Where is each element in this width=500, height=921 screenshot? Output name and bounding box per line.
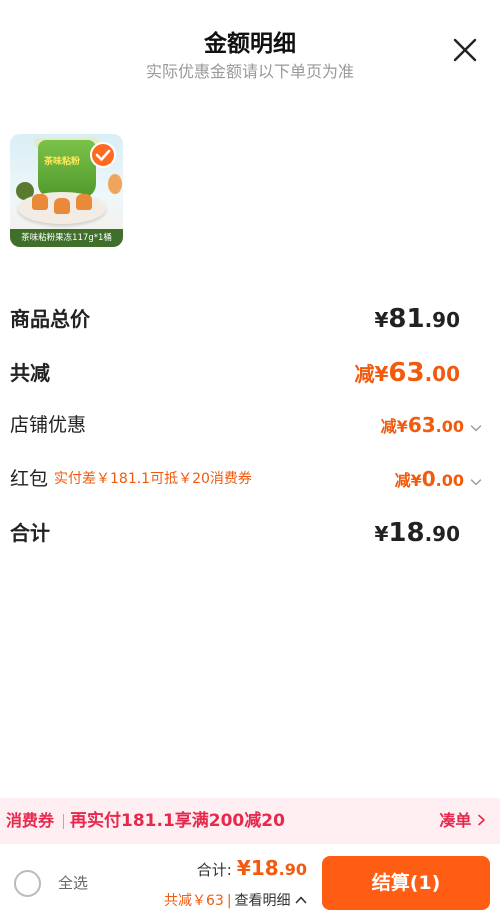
grand-total-label: 合计: [10, 521, 50, 545]
red-packet-note: 实付差￥181.1可抵￥20消费券: [54, 471, 252, 487]
chevron-right-icon: [478, 814, 485, 826]
footer-total: 合计: ¥18.90: [196, 856, 307, 880]
chevron-down-icon[interactable]: [470, 422, 482, 434]
page-title: 金额明细: [204, 31, 296, 57]
goods-total-value: ¥81.90: [374, 304, 460, 334]
checkout-button[interactable]: 结算(1): [322, 856, 490, 910]
store-discount-value: 减¥63.00: [381, 408, 482, 444]
grand-total-row: 合计 ¥18.90: [10, 516, 460, 550]
coupon-tag: 消费券: [6, 811, 55, 830]
view-detail-link[interactable]: 查看明细: [235, 893, 291, 909]
chevron-up-icon: [295, 896, 307, 904]
coupon-text: 再实付181.1享满200减20: [70, 811, 285, 831]
coupon-divider: [63, 814, 64, 829]
page-subtitle: 实际优惠金额请以下单页为准: [145, 62, 354, 81]
red-packet-value: 减¥0.00: [395, 462, 482, 498]
select-all-label[interactable]: 全选: [58, 870, 88, 897]
red-packet-label: 红包: [10, 468, 49, 490]
grand-total-value: ¥18.90: [374, 518, 460, 548]
footer-saving[interactable]: 共减￥63 | 查看明细: [164, 890, 307, 910]
discount-total-value: 减¥63.00: [354, 358, 460, 388]
coupon-banner[interactable]: 消费券 再实付181.1享满200减20 凑单: [0, 798, 500, 844]
close-icon[interactable]: [452, 37, 478, 63]
chevron-down-icon[interactable]: [470, 476, 482, 488]
product-label: 茶味粘粉果冻117g*1桶: [10, 229, 123, 247]
selected-check-icon[interactable]: [90, 142, 116, 168]
select-all-radio[interactable]: [14, 870, 41, 897]
goods-total-row: 商品总价 ¥81.90: [10, 302, 460, 336]
goods-total-label: 商品总价: [10, 307, 90, 331]
product-cup-text: 茶味粘粉: [44, 157, 81, 167]
product-cup-image: [38, 140, 96, 198]
product-thumbnail[interactable]: 茶味粘粉 茶味粘粉果冻117g*1桶: [10, 134, 123, 247]
store-discount-label: 店铺优惠: [10, 414, 87, 436]
header: 金额明细 实际优惠金额请以下单页为准: [0, 0, 500, 100]
discount-total-row: 共减 减¥63.00: [10, 356, 460, 390]
red-packet-row[interactable]: 红包 实付差￥181.1可抵￥20消费券 减¥0.00: [10, 462, 482, 496]
add-items-link[interactable]: 凑单: [439, 798, 486, 844]
discount-total-label: 共减: [10, 361, 50, 385]
footer-bar: 全选 合计: ¥18.90 共减￥63 | 查看明细 结算(1): [0, 844, 500, 921]
store-discount-row[interactable]: 店铺优惠 减¥63.00: [10, 408, 482, 442]
